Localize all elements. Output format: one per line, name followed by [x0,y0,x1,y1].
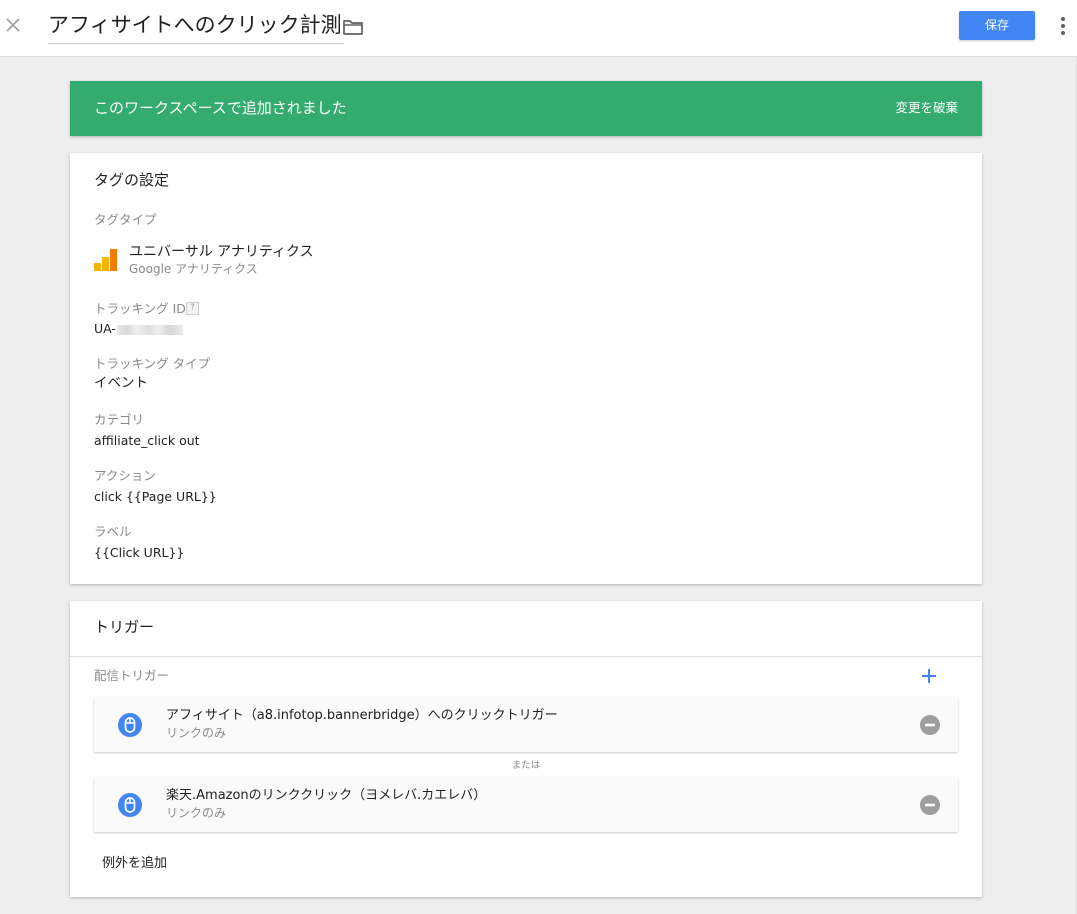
divider [70,656,982,657]
trigger-name: アフィサイト（a8.infotop.bannerbridge）へのクリックトリガ… [166,708,558,723]
trigger-item[interactable]: 楽天.Amazonのリンククリック（ヨメレバ.カエレバ） リンクのみ [94,777,958,832]
tracking-type-value: イベント [94,375,148,391]
card-title: トリガー [94,618,155,636]
remove-circle-icon[interactable] [920,715,940,735]
discard-changes-button[interactable]: 変更を破棄 [895,99,958,117]
google-analytics-icon [94,249,118,273]
or-separator: または [511,760,541,771]
label-label: ラベル [94,524,132,539]
plus-icon[interactable] [920,667,938,685]
banner-message: このワークスペースで追加されました [94,99,347,117]
tracking-id-label: トラッキング ID [94,301,186,316]
tag-type-name: ユニバーサル アナリティクス [129,244,314,260]
category-value: affiliate_click out [94,433,200,448]
more-vert-icon[interactable] [1055,15,1071,37]
triggers-card[interactable]: トリガー 配信トリガー アフィサイト（a8.infotop.bannerbrid… [70,601,982,897]
help-icon[interactable]: ? [186,302,199,315]
card-title: タグの設定 [94,171,170,189]
add-exception-button[interactable]: 例外を追加 [102,855,167,873]
tracking-id-prefix: UA- [94,321,116,336]
trigger-type: リンクのみ [166,726,227,740]
save-button[interactable]: 保存 [959,11,1035,40]
tracking-id-value: UA- [94,321,183,337]
action-value: click {{Page URL}} [94,489,217,504]
close-icon[interactable] [4,16,22,34]
redacted-id-mask [116,324,183,335]
trigger-item[interactable]: アフィサイト（a8.infotop.bannerbridge）へのクリックトリガ… [94,697,958,752]
tag-configuration-card[interactable]: タグの設定 タグタイプ ユニバーサル アナリティクス Google アナリティク… [70,153,982,584]
action-label: アクション [94,468,156,483]
top-bar: アフィサイトへのクリック計測 保存 [0,0,1077,57]
tag-type-vendor: Google アナリティクス [129,262,258,276]
tag-type-label: タグタイプ [94,212,157,227]
remove-circle-icon[interactable] [920,795,940,815]
trigger-type: リンクのみ [166,806,227,820]
tag-name-input[interactable]: アフィサイトへのクリック計測 [48,10,344,44]
folder-icon[interactable] [342,17,364,37]
tracking-type-label: トラッキング タイプ [94,356,211,371]
mouse-click-icon [118,793,142,817]
trigger-name: 楽天.Amazonのリンククリック（ヨメレバ.カエレバ） [166,788,487,803]
workspace-status-banner: このワークスペースで追加されました 変更を破棄 [70,81,982,136]
firing-triggers-label: 配信トリガー [94,668,170,683]
label-value: {{Click URL}} [94,545,185,560]
mouse-click-icon [118,713,142,737]
category-label: カテゴリ [94,412,145,427]
